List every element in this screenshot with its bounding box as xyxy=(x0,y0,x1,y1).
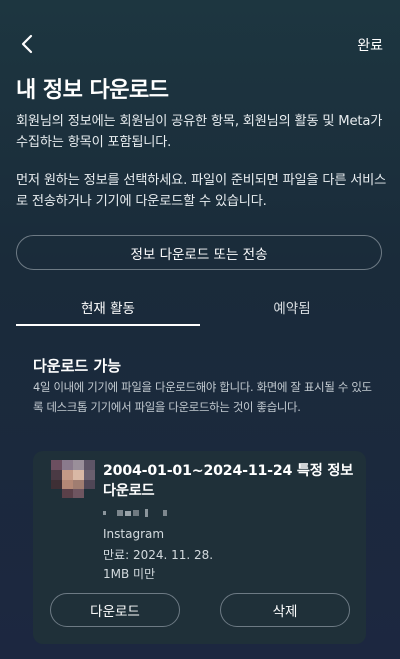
done-button[interactable]: 완료 xyxy=(357,35,383,55)
tab-bar: 현재 활동 예약됨 xyxy=(16,290,384,326)
profile-thumbnail xyxy=(51,460,95,498)
platform-label: Instagram xyxy=(103,527,165,541)
intro-text: 회원님의 정보에는 회원님이 공유한 항목, 회원님의 활동 및 Meta가 수… xyxy=(16,114,383,150)
download-card: 2004-01-01~2024-11-24 특정 정보 다운로드 Instagr… xyxy=(33,451,366,644)
page-title: 내 정보 다운로드 xyxy=(16,78,169,103)
download-button[interactable]: 다운로드 xyxy=(50,593,180,627)
file-size: 1MB 미만 xyxy=(103,567,156,581)
section-title: 다운로드 가능 xyxy=(33,357,122,375)
instruction-text: 먼저 원하는 정보를 선택하세요. 파일이 준비되면 파일을 다른 서비스로 전… xyxy=(16,173,387,209)
back-arrow-icon[interactable] xyxy=(14,30,42,58)
top-bar: 완료 xyxy=(0,0,400,80)
download-or-transfer-button[interactable]: 정보 다운로드 또는 전송 xyxy=(16,235,382,270)
card-title: 2004-01-01~2024-11-24 특정 정보 다운로드 xyxy=(103,463,354,499)
section-description: 4일 이내에 기기에 파일을 다운로드해야 합니다. 화면에 잘 표시될 수 있… xyxy=(33,380,372,414)
tab-current-activity[interactable]: 현재 활동 xyxy=(16,290,200,326)
expiry-date: 만료: 2024. 11. 28. xyxy=(103,548,214,562)
delete-button[interactable]: 삭제 xyxy=(220,593,350,627)
masked-account-name xyxy=(103,509,167,517)
tab-scheduled[interactable]: 예약됨 xyxy=(200,290,384,324)
